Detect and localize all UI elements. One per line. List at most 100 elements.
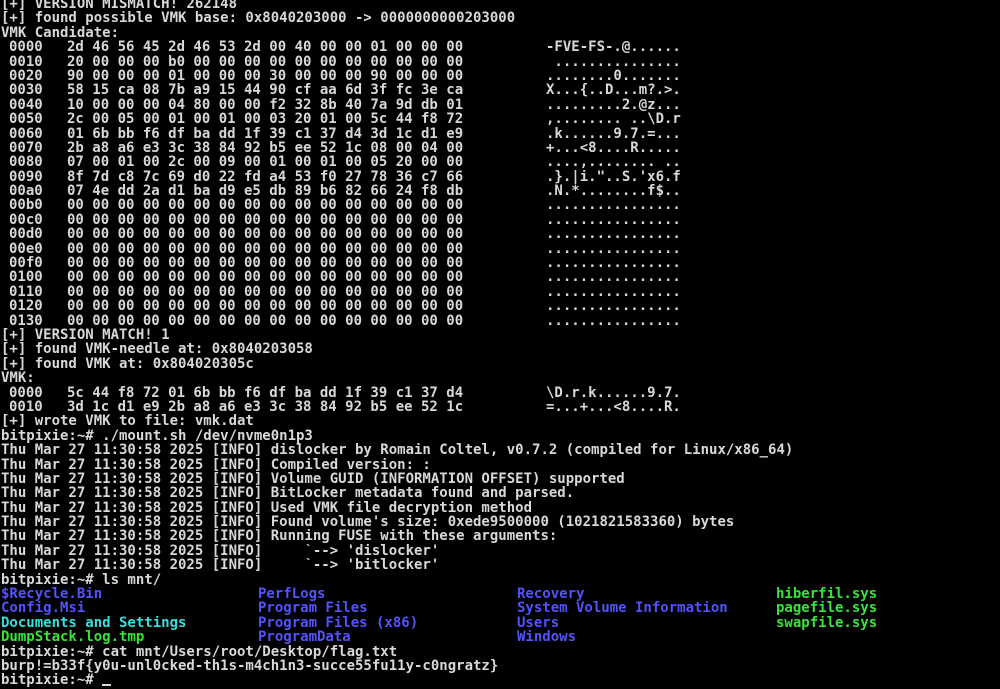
hexdump-offset: 0130	[9, 313, 43, 328]
hexdump-offset: 0110	[9, 284, 43, 300]
ls-entry-directory: Program Files (x86)	[258, 615, 419, 631]
hexdump-offset: 00b0	[9, 198, 43, 213]
hexdump-ascii: .}.|i."..S.'x6.f	[546, 169, 681, 185]
hexdump-offset: 0020	[9, 68, 43, 84]
output-line: burp!=b33f{y0u-unl0cked-th1s-m4ch1n3-suc…	[1, 658, 499, 674]
hexdump-ascii: ,........ ..\D.r	[546, 112, 681, 127]
output-line: VMK Candidate:	[1, 25, 120, 41]
ls-row: Documents and Settings Program Files (x86…	[1, 616, 999, 630]
output-line: [+] found possible VMK base: 0x804020300…	[1, 11, 516, 26]
hexdump-offset: 00d0	[9, 227, 43, 242]
hexdump-offset: 0010	[9, 399, 43, 415]
hexdump-bytes: 90 00 00 00 01 00 00 00 30 00 00 00 90 0…	[67, 68, 464, 84]
hexdump-bytes: 5c 44 f8 72 01 6b bb f6 df ba dd 1f 39 c…	[67, 385, 464, 400]
hexdump-ascii: ................	[546, 256, 681, 271]
hexdump-ascii: ................	[546, 212, 681, 228]
hexdump-row: 0040 10 00 00 00 04 80 00 00 f2 32 8b 40 …	[1, 98, 999, 112]
hexdump-ascii: ................	[546, 284, 681, 300]
hexdump-row: 00d0 00 00 00 00 00 00 00 00 00 00 00 00 …	[1, 227, 999, 241]
output-line: bitpixie:~# ./mount.sh /dev/nvme0n1p3	[1, 428, 313, 444]
hexdump-offset: 0050	[9, 112, 43, 127]
hexdump-offset: 0040	[9, 97, 43, 113]
hexdump-bytes: 01 6b bb f6 df ba dd 1f 39 c1 37 d4 3d 1…	[67, 126, 464, 141]
hexdump-row: 0010 20 00 00 00 b0 00 00 00 00 00 00 00 …	[1, 55, 999, 69]
output-line: Thu Mar 27 11:30:58 2025 [INFO] Found vo…	[1, 515, 735, 530]
hexdump-bytes: 2b a8 a6 e3 3c 38 84 92 b5 ee 52 1c 08 0…	[67, 140, 464, 156]
output-line: Thu Mar 27 11:30:58 2025 [INFO] Volume G…	[1, 471, 625, 487]
hexdump-ascii: ........0.......	[546, 68, 681, 84]
hexdump-ascii: .k......9.7.=...	[546, 126, 681, 141]
output-line: Thu Mar 27 11:30:58 2025 [INFO] dislocke…	[1, 443, 794, 458]
hexdump-row: 0030 58 15 ca 08 7b a9 15 44 90 cf aa 6d …	[1, 83, 999, 97]
hexdump-offset: 00a0	[9, 184, 43, 199]
output-line: Thu Mar 27 11:30:58 2025 [INFO] Running …	[1, 529, 558, 544]
output-line: [+] wrote VMK to file: vmk.dat	[1, 414, 254, 429]
hexdump-bytes: 00 00 00 00 00 00 00 00 00 00 00 00 00 0…	[67, 270, 464, 285]
hexdump-offset: 0100	[9, 270, 43, 285]
hexdump-offset: 0080	[9, 155, 43, 170]
hexdump-bytes: 58 15 ca 08 7b a9 15 44 90 cf aa 6d 3f f…	[67, 83, 464, 98]
active-prompt-line[interactable]: bitpixie:~#	[1, 673, 999, 688]
hexdump-offset: 0000	[9, 40, 43, 55]
hexdump-ascii: ...............	[546, 54, 681, 69]
hexdump-offset: 0070	[9, 140, 43, 156]
hexdump-row: 0020 90 00 00 00 01 00 00 00 30 00 00 00 …	[1, 69, 999, 83]
hexdump-ascii: .N.*........f$..	[546, 184, 681, 199]
ls-entry-file: swapfile.sys	[776, 615, 878, 631]
hexdump-ascii: +...<8....R.....	[546, 140, 681, 156]
terminal-screen[interactable]: [+] VERSION MISMATCH! 262148 [+] found po…	[0, 0, 1000, 689]
ls-row: Config.Msi Program Files System Volume Inf…	[1, 601, 999, 615]
hexdump-offset: 0030	[9, 83, 43, 98]
hexdump-offset: 0090	[9, 169, 43, 185]
hexdump-row: 0090 8f 7d c8 7c 69 d0 22 fd a4 53 f0 27 …	[1, 170, 999, 184]
hexdump-bytes: 2c 00 05 00 01 00 01 00 03 20 01 00 5c 4…	[67, 112, 464, 127]
hexdump-bytes: 10 00 00 00 04 80 00 00 f2 32 8b 40 7a 9…	[67, 97, 464, 113]
hexdump-row: 0000 2d 46 56 45 2d 46 53 2d 00 40 00 00 …	[1, 40, 999, 54]
output-line: Thu Mar 27 11:30:58 2025 [INFO] Used VMK…	[1, 500, 533, 516]
ls-entry-directory: ProgramData	[258, 630, 351, 645]
hexdump-offset: 0120	[9, 299, 43, 314]
prompt: bitpixie:~#	[1, 673, 103, 688]
hexdump-row: 0010 3d 1c d1 e9 2b a8 a6 e3 3c 38 84 92 …	[1, 400, 999, 414]
output-line: Thu Mar 27 11:30:58 2025 [INFO] Compiled…	[1, 457, 431, 472]
hexdump-ascii: ................	[546, 299, 681, 314]
cursor	[102, 684, 112, 687]
hexdump-ascii: ....,........ ..	[546, 155, 681, 170]
ls-entry-directory: Recovery	[517, 587, 585, 602]
hexdump-bytes: 2d 46 56 45 2d 46 53 2d 00 40 00 00 01 0…	[67, 40, 464, 55]
hexdump-ascii: X...{..D...m?.>.	[546, 83, 681, 98]
hexdump-bytes: 00 00 00 00 00 00 00 00 00 00 00 00 00 0…	[67, 212, 464, 228]
hexdump-ascii: \D.r.k......9.7.	[546, 385, 681, 400]
hexdump-bytes: 00 00 00 00 00 00 00 00 00 00 00 00 00 0…	[67, 241, 464, 257]
hexdump-row: 00c0 00 00 00 00 00 00 00 00 00 00 00 00 …	[1, 213, 999, 227]
hexdump-bytes: 00 00 00 00 00 00 00 00 00 00 00 00 00 0…	[67, 284, 464, 300]
terminal-output: [+] VERSION MISMATCH! 262148 [+] found po…	[1, 0, 999, 688]
hexdump-bytes: 3d 1c d1 e9 2b a8 a6 e3 3c 38 84 92 b5 e…	[67, 399, 464, 415]
hexdump-offset: 00e0	[9, 241, 43, 257]
hexdump-bytes: 00 00 00 00 00 00 00 00 00 00 00 00 00 0…	[67, 299, 464, 314]
hexdump-bytes: 00 00 00 00 00 00 00 00 00 00 00 00 00 0…	[67, 198, 464, 213]
hexdump-row: 00f0 00 00 00 00 00 00 00 00 00 00 00 00 …	[1, 256, 999, 270]
hexdump-row: 00a0 07 4e dd 2a d1 ba d9 e5 db 89 b6 82 …	[1, 184, 999, 198]
hexdump-row: 0080 07 00 01 00 2c 00 09 00 01 00 01 00 …	[1, 155, 999, 169]
hexdump-row: 00e0 00 00 00 00 00 00 00 00 00 00 00 00 …	[1, 242, 999, 256]
ls-entry-directory: Users	[517, 615, 560, 631]
hexdump-offset: 00f0	[9, 256, 43, 271]
hexdump-row: 0110 00 00 00 00 00 00 00 00 00 00 00 00 …	[1, 285, 999, 299]
output-line: [+] found VMK-needle at: 0x8040203058	[1, 342, 313, 357]
hexdump-bytes: 00 00 00 00 00 00 00 00 00 00 00 00 00 0…	[67, 313, 464, 328]
ls-entry-directory: $Recycle.Bin	[1, 587, 103, 602]
hexdump-ascii: ................	[546, 313, 681, 328]
hexdump-ascii: ................	[546, 241, 681, 257]
hexdump-ascii: ................	[546, 227, 681, 242]
ls-entry: Documents and Settings	[1, 615, 187, 631]
ls-row: $Recycle.Bin PerfLogs Recovery hiberfil.sys	[1, 587, 999, 601]
hexdump-ascii: -FVE-FS-.@......	[546, 40, 681, 55]
hexdump-ascii: =...+...<8....R.	[546, 399, 681, 415]
output-line: Thu Mar 27 11:30:58 2025 [INFO] `--> 'di…	[1, 543, 440, 559]
hexdump-ascii: ................	[546, 198, 681, 213]
hexdump-bytes: 20 00 00 00 b0 00 00 00 00 00 00 00 00 0…	[67, 54, 464, 69]
hexdump-offset: 00c0	[9, 212, 43, 228]
hexdump-ascii: ................	[546, 270, 681, 285]
hexdump-bytes: 8f 7d c8 7c 69 d0 22 fd a4 53 f0 27 78 3…	[67, 169, 464, 185]
